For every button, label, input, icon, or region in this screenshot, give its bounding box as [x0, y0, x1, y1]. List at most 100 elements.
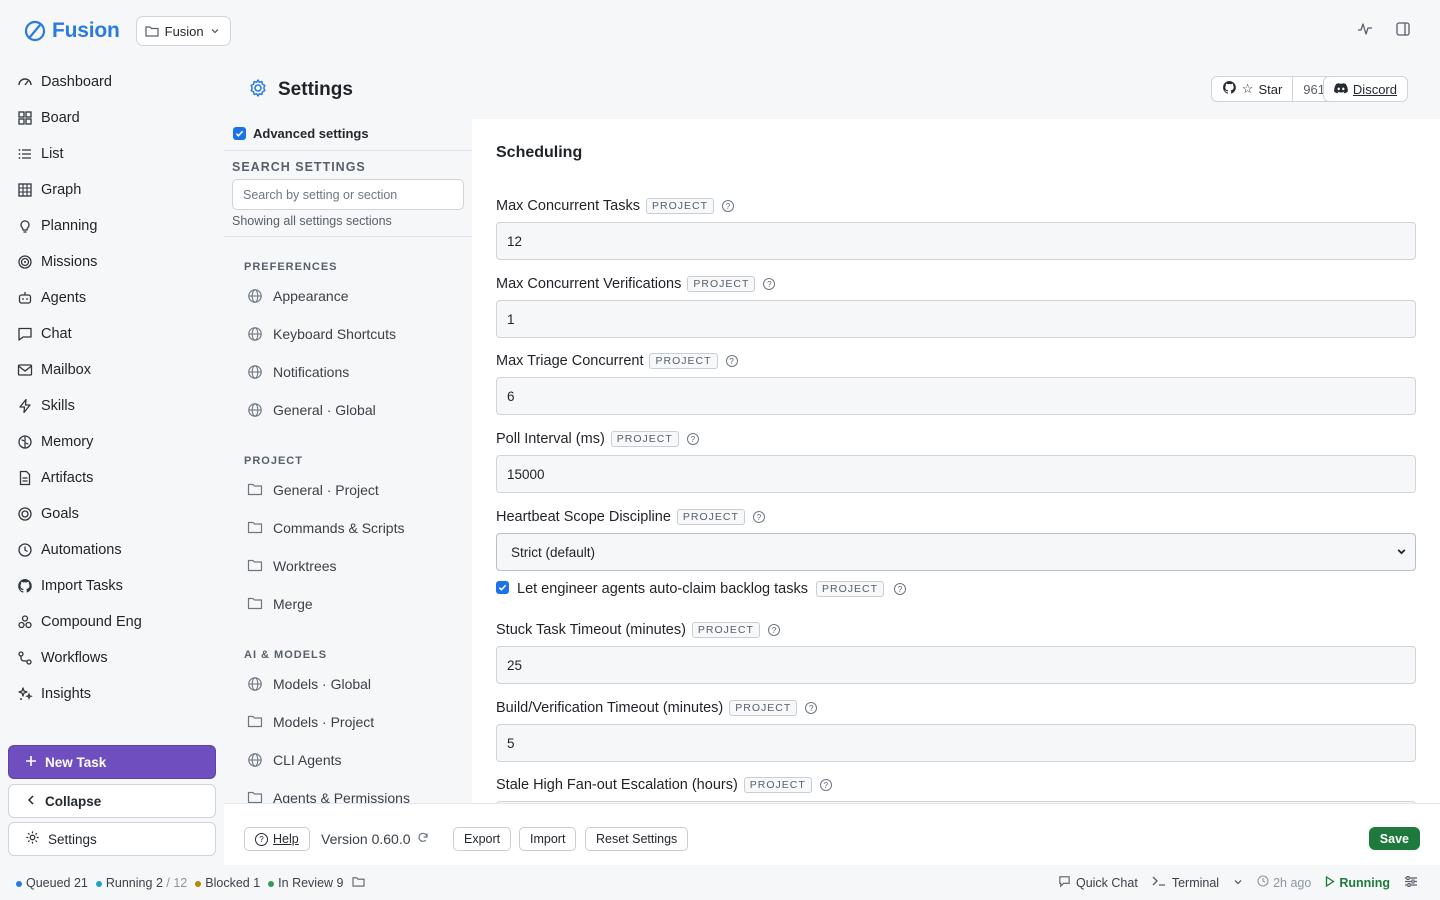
section-item-worktrees[interactable]: Worktrees — [224, 547, 472, 585]
section-item-notifications[interactable]: Notifications — [224, 353, 472, 391]
refresh-icon[interactable] — [417, 831, 429, 847]
sidebar-item-label: Agents — [41, 290, 87, 306]
build-verification-timeout-minutes-input[interactable]: 5 — [496, 724, 1416, 762]
help-circle-icon[interactable]: ? — [686, 433, 699, 445]
max-concurrent-verifications-input[interactable]: 1 — [496, 300, 1416, 338]
auto-claim-checkbox[interactable] — [496, 580, 509, 594]
section-item-commands-scripts[interactable]: Commands & Scripts — [224, 509, 472, 547]
folder-icon — [145, 25, 159, 37]
field-max-concurrent-verifications: Max Concurrent Verifications PROJECT? 1 — [496, 274, 1416, 338]
max-triage-concurrent-input[interactable]: 6 — [496, 377, 1416, 415]
section-item-models-project[interactable]: Models · Project — [224, 703, 472, 741]
goal-icon — [16, 506, 33, 523]
engine-status[interactable]: Running — [1325, 875, 1390, 890]
sidebar-item-skills[interactable]: Skills — [0, 388, 224, 424]
section-item-general-project[interactable]: General · Project — [224, 471, 472, 509]
advanced-settings-toggle[interactable]: Advanced settings — [233, 126, 472, 141]
review-status[interactable]: In Review 9 — [268, 876, 344, 890]
help-circle-icon[interactable]: ? — [763, 278, 776, 290]
sidebar-item-insights[interactable]: Insights — [0, 676, 224, 712]
section-item-models-global[interactable]: Models · Global — [224, 665, 472, 703]
settings-footer: ? Help Version 0.60.0 Export Import Rese… — [224, 803, 1440, 865]
sidebar-item-graph[interactable]: Graph — [0, 172, 224, 208]
sidebar-item-label: Import Tasks — [41, 578, 123, 594]
sidebar-item-dashboard[interactable]: Dashboard — [0, 64, 224, 100]
queued-status[interactable]: Queued 21 — [16, 876, 88, 890]
sidebar-item-agents[interactable]: Agents — [0, 280, 224, 316]
search-settings-field[interactable] — [232, 179, 464, 210]
group-heading-preferences: PREFERENCES — [244, 261, 338, 273]
folder-icon — [247, 520, 263, 536]
section-item-appearance[interactable]: Appearance — [224, 277, 472, 315]
sidebar-item-automations[interactable]: Automations — [0, 532, 224, 568]
section-item-merge[interactable]: Merge — [224, 585, 472, 623]
divider — [224, 236, 472, 237]
field-label: Max Triage Concurrent — [496, 353, 644, 369]
sidebar-item-board[interactable]: Board — [0, 100, 224, 136]
sidebar-item-compound-eng[interactable]: Compound Eng — [0, 604, 224, 640]
panel-toggle-icon[interactable] — [1394, 20, 1412, 38]
help-circle-icon[interactable]: ? — [722, 200, 734, 212]
import-button[interactable]: Import — [519, 827, 577, 851]
github-star-button[interactable]: ☆ Star — [1212, 77, 1294, 101]
field-stale-high-fan-out-escalation-hours: Stale High Fan-out Escalation (hours) PRO… — [496, 775, 1416, 803]
section-item-agents-permissions[interactable]: Agents & Permissions — [224, 779, 472, 803]
section-item-keyboard-shortcuts[interactable]: Keyboard Shortcuts — [224, 315, 472, 353]
help-label: Help — [273, 832, 299, 846]
auto-claim-toggle[interactable]: Let engineer agents auto-claim backlog t… — [496, 580, 1416, 597]
sidebar-item-label: Workflows — [41, 650, 108, 666]
sidebar-item-chat[interactable]: Chat — [0, 316, 224, 352]
sidebar-item-mailbox[interactable]: Mailbox — [0, 352, 224, 388]
sidebar-item-planning[interactable]: Planning — [0, 208, 224, 244]
help-circle-icon[interactable]: ? — [819, 779, 832, 791]
folder-icon[interactable] — [351, 876, 365, 890]
sidebar-item-goals[interactable]: Goals — [0, 496, 224, 532]
sidebar-item-import-tasks[interactable]: Import Tasks — [0, 568, 224, 604]
sidebar-item-missions[interactable]: Missions — [0, 244, 224, 280]
help-circle-icon[interactable]: ? — [767, 624, 780, 636]
stuck-task-timeout-minutes-input[interactable]: 25 — [496, 646, 1416, 684]
new-task-button[interactable]: New Task — [8, 745, 216, 779]
sidebar-item-artifacts[interactable]: Artifacts — [0, 460, 224, 496]
queued-count: 21 — [73, 875, 88, 890]
github-star-label: Star — [1258, 81, 1283, 97]
sliders-icon[interactable] — [1404, 875, 1418, 891]
section-item-general-global[interactable]: General · Global — [224, 391, 472, 429]
help-circle-icon[interactable]: ? — [805, 702, 818, 714]
help-circle-icon[interactable]: ? — [752, 511, 765, 523]
terminal-button[interactable]: Terminal — [1152, 875, 1243, 890]
sidebar-item-workflows[interactable]: Workflows — [0, 640, 224, 676]
play-icon — [1325, 875, 1336, 890]
field-label: Heartbeat Scope Discipline — [496, 509, 671, 525]
sidebar-nav: Dashboard Board List Graph Planning Missions A… — [0, 64, 224, 712]
sidebar-item-list[interactable]: List — [0, 136, 224, 172]
quick-chat-button[interactable]: Quick Chat — [1058, 875, 1138, 891]
project-selector[interactable]: Fusion — [135, 16, 231, 46]
discord-link[interactable]: Discord — [1322, 76, 1408, 102]
settings-sections-panel: Advanced settings SEARCH SETTINGS Showin… — [224, 119, 472, 803]
advanced-settings-checkbox[interactable] — [233, 127, 246, 140]
save-button[interactable]: Save — [1368, 827, 1420, 850]
heartbeat-scope-discipline-select[interactable]: Strict (default) — [496, 533, 1416, 571]
section-item-cli-agents[interactable]: CLI Agents — [224, 741, 472, 779]
gear-icon — [25, 830, 40, 848]
search-settings-input[interactable] — [243, 187, 453, 202]
blocked-status[interactable]: Blocked 1 — [195, 876, 260, 890]
clock-icon — [1257, 875, 1269, 890]
help-circle-icon[interactable]: ? — [894, 583, 906, 595]
activity-icon[interactable] — [1356, 20, 1374, 38]
collapse-button[interactable]: Collapse — [8, 784, 216, 818]
brand-logo[interactable]: Fusion — [24, 19, 120, 43]
field-let-engineer-agents-auto-claim-backlog-tasks: Let engineer agents auto-claim backlog t… — [496, 580, 1416, 597]
running-status[interactable]: Running 2 / 12 — [95, 876, 187, 890]
help-button[interactable]: ? Help — [244, 827, 310, 851]
max-concurrent-tasks-input[interactable]: 12 — [496, 222, 1416, 260]
poll-interval-ms-input[interactable]: 15000 — [496, 455, 1416, 493]
list-icon — [16, 146, 33, 163]
export-button[interactable]: Export — [453, 827, 512, 851]
settings-button[interactable]: Settings — [8, 822, 216, 856]
reset-settings-button[interactable]: Reset Settings — [585, 827, 689, 851]
section-item-label: Agents & Permissions — [273, 790, 410, 803]
sidebar-item-memory[interactable]: Memory — [0, 424, 224, 460]
help-circle-icon[interactable]: ? — [725, 355, 738, 367]
